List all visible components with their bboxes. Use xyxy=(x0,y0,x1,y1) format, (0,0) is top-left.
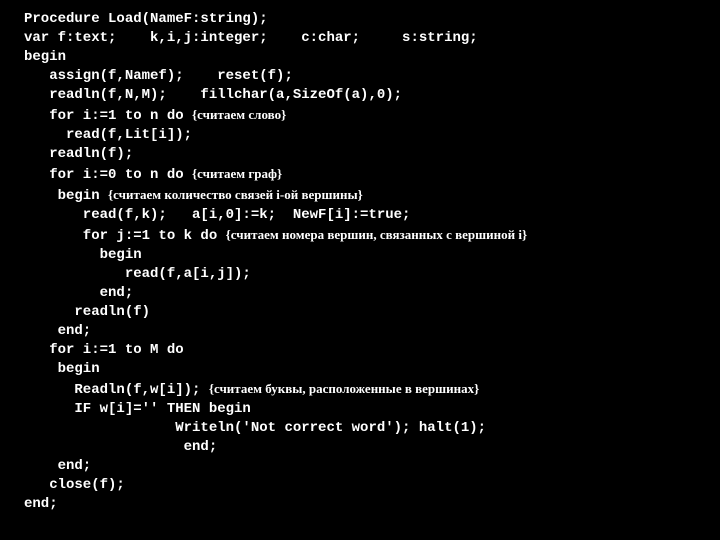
code-line: end; xyxy=(24,323,91,339)
code-comment: {считаем слово} xyxy=(192,107,286,122)
code-line: close(f); xyxy=(24,477,125,493)
code-line: begin xyxy=(24,247,142,263)
code-line: Readln(f,w[i]); {считаем буквы, располож… xyxy=(24,382,479,398)
code-line: IF w[i]='' THEN begin xyxy=(24,401,251,417)
code-line: end; xyxy=(24,496,58,512)
code-line: begin xyxy=(24,49,66,65)
code-line: read(f,a[i,j]); xyxy=(24,266,251,282)
code-line: for i:=1 to M do xyxy=(24,342,184,358)
code-line: end; xyxy=(24,439,217,455)
code-line: begin {считаем количество связей i-ой ве… xyxy=(24,188,363,204)
code-line: read(f,k); a[i,0]:=k; NewF[i]:=true; xyxy=(24,207,410,223)
code-line: for j:=1 to k do {считаем номера вершин,… xyxy=(24,228,527,244)
code-line: for i:=0 to n do {считаем граф} xyxy=(24,167,282,183)
code-line: end; xyxy=(24,458,91,474)
code-comment: {считаем буквы, расположенные в вершинах… xyxy=(209,381,479,396)
code-line: readln(f,N,M); fillchar(a,SizeOf(a),0); xyxy=(24,87,402,103)
code-line: read(f,Lit[i]); xyxy=(24,127,192,143)
code-line: Writeln('Not correct word'); halt(1); xyxy=(24,420,486,436)
code-comment: {считаем номера вершин, связанных с верш… xyxy=(226,227,527,242)
code-line: end; xyxy=(24,285,133,301)
code-line: begin xyxy=(24,361,100,377)
code-line: for i:=1 to n do {считаем слово} xyxy=(24,108,286,124)
code-line: assign(f,Namef); reset(f); xyxy=(24,68,293,84)
code-line: Procedure Load(NameF:string); xyxy=(24,11,268,27)
code-comment: {считаем граф} xyxy=(192,166,282,181)
code-line: var f:text; k,i,j:integer; c:char; s:str… xyxy=(24,30,478,46)
code-comment: {считаем количество связей i-ой вершины} xyxy=(108,187,363,202)
code-line: readln(f); xyxy=(24,146,133,162)
code-block: Procedure Load(NameF:string); var f:text… xyxy=(0,0,720,524)
code-line: readln(f) xyxy=(24,304,150,320)
